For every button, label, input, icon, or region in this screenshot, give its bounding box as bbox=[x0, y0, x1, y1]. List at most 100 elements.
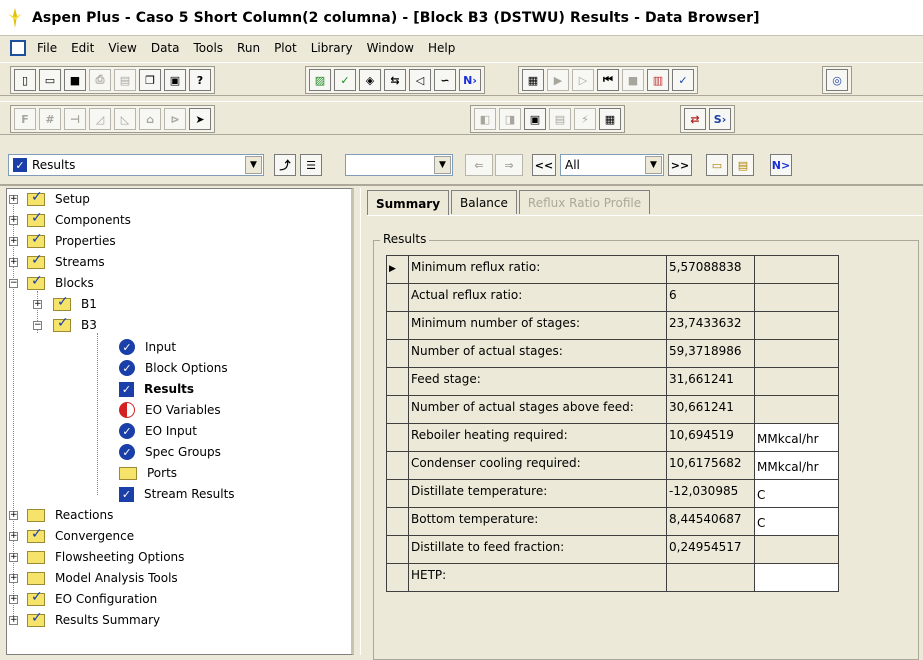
collapse-minus-icon[interactable]: − bbox=[9, 279, 18, 288]
save-icon[interactable]: ■ bbox=[64, 69, 86, 91]
tree-item-reactions[interactable]: + Reactions bbox=[7, 505, 113, 525]
comments-icon[interactable]: ▤ bbox=[732, 154, 754, 176]
result-value[interactable]: 59,3718986 bbox=[666, 339, 755, 368]
row-selector[interactable] bbox=[386, 507, 409, 536]
result-unit[interactable] bbox=[754, 255, 839, 284]
copy-icon[interactable]: ❐ bbox=[139, 69, 161, 91]
result-value[interactable]: -12,030985 bbox=[666, 479, 755, 508]
tab-summary[interactable]: Summary bbox=[367, 190, 450, 216]
expand-plus-icon[interactable]: + bbox=[9, 511, 18, 520]
table-row[interactable]: Number of actual stages: 59,3718986 bbox=[386, 339, 839, 368]
tree-toggle-icon[interactable]: ☰ bbox=[300, 154, 322, 176]
result-value[interactable]: 0,24954517 bbox=[666, 535, 755, 564]
row-selector[interactable] bbox=[386, 479, 409, 508]
print-icon[interactable]: ⎙ bbox=[89, 69, 111, 91]
print-preview-icon[interactable]: ▤ bbox=[114, 69, 136, 91]
tree-item-components[interactable]: + ✓ Components bbox=[7, 210, 131, 230]
stream-table-icon[interactable]: ▦ bbox=[599, 108, 621, 130]
setup-icon[interactable]: ▨ bbox=[309, 69, 331, 91]
zoom-icon[interactable]: ▣ bbox=[524, 108, 546, 130]
expand-plus-icon[interactable]: + bbox=[33, 300, 42, 309]
expand-plus-icon[interactable]: + bbox=[9, 258, 18, 267]
chevron-down-icon[interactable]: ▼ bbox=[645, 156, 662, 174]
menu-run[interactable]: Run bbox=[230, 41, 267, 55]
table-row[interactable]: Distillate temperature: -12,030985 C bbox=[386, 479, 839, 508]
stream-class-icon[interactable]: ⚡ bbox=[574, 108, 596, 130]
row-selector[interactable] bbox=[386, 339, 409, 368]
result-unit[interactable]: MMkcal/hr bbox=[754, 423, 839, 452]
tab-balance[interactable]: Balance bbox=[451, 190, 517, 214]
table-row[interactable]: Feed stage: 31,661241 bbox=[386, 367, 839, 396]
result-value[interactable] bbox=[666, 563, 755, 592]
tree-item-setup[interactable]: + ✓ Setup bbox=[7, 189, 90, 209]
whats-this-help-icon[interactable]: ? bbox=[189, 69, 211, 91]
menu-plot[interactable]: Plot bbox=[267, 41, 304, 55]
table-row[interactable]: HETP: bbox=[386, 563, 839, 592]
up-folder-icon[interactable]: ⤴ bbox=[274, 154, 296, 176]
result-value[interactable]: 10,6175682 bbox=[666, 451, 755, 480]
expand-plus-icon[interactable]: + bbox=[9, 574, 18, 583]
row-selector[interactable] bbox=[386, 535, 409, 564]
row-selector[interactable]: ▶ bbox=[386, 255, 409, 284]
result-unit[interactable] bbox=[754, 395, 839, 424]
tree-item-b1[interactable]: + ✓ B1 bbox=[33, 294, 97, 314]
result-value[interactable]: 31,661241 bbox=[666, 367, 755, 396]
new-file-icon[interactable]: ▯ bbox=[14, 69, 36, 91]
chevron-down-icon[interactable]: ▼ bbox=[245, 156, 262, 174]
tree-item-flowsheeting-options[interactable]: + Flowsheeting Options bbox=[7, 547, 184, 567]
result-unit[interactable]: MMkcal/hr bbox=[754, 451, 839, 480]
tree-item-b3[interactable]: − ✓ B3 bbox=[33, 315, 97, 335]
expand-plus-icon[interactable]: + bbox=[9, 532, 18, 541]
tree-item-results-summary[interactable]: + ✓ Results Summary bbox=[7, 610, 160, 630]
tree-item-input[interactable]: ✓ Input bbox=[119, 337, 176, 357]
forward-arrow-icon[interactable]: ⇒ bbox=[495, 154, 523, 176]
result-value[interactable]: 23,7433632 bbox=[666, 311, 755, 340]
result-value[interactable]: 5,57088838 bbox=[666, 255, 755, 284]
open-file-icon[interactable]: ▭ bbox=[39, 69, 61, 91]
tree-item-eo-input[interactable]: ✓ EO Input bbox=[119, 421, 197, 441]
menu-tools[interactable]: Tools bbox=[186, 41, 230, 55]
menu-file[interactable]: File bbox=[30, 41, 64, 55]
section-forward-icon[interactable]: ◨ bbox=[499, 108, 521, 130]
row-selector[interactable] bbox=[386, 395, 409, 424]
blocks-icon[interactable]: ◁ bbox=[409, 69, 431, 91]
result-value[interactable]: 8,44540687 bbox=[666, 507, 755, 536]
expand-plus-icon[interactable]: + bbox=[9, 595, 18, 604]
tree-item-eo-variables[interactable]: EO Variables bbox=[119, 400, 221, 420]
result-value[interactable]: 30,661241 bbox=[666, 395, 755, 424]
table-row[interactable]: ▶ Minimum reflux ratio: 5,57088838 bbox=[386, 255, 839, 284]
row-selector[interactable] bbox=[386, 283, 409, 312]
menu-library[interactable]: Library bbox=[304, 41, 360, 55]
next-required-icon[interactable]: N› bbox=[459, 69, 481, 91]
eo-sync-icon[interactable]: ⇄ bbox=[684, 108, 706, 130]
next-form-button[interactable]: >> bbox=[668, 154, 692, 176]
result-unit[interactable] bbox=[754, 563, 839, 592]
menu-help[interactable]: Help bbox=[421, 41, 462, 55]
back-arrow-icon[interactable]: ⇐ bbox=[465, 154, 493, 176]
streams-icon[interactable]: ⇆ bbox=[384, 69, 406, 91]
control-panel-icon[interactable]: ▦ bbox=[522, 69, 544, 91]
document-icon[interactable] bbox=[10, 40, 26, 56]
row-selector[interactable] bbox=[386, 311, 409, 340]
section-back-icon[interactable]: ◧ bbox=[474, 108, 496, 130]
flip-icon[interactable]: ◺ bbox=[114, 108, 136, 130]
result-unit[interactable] bbox=[754, 367, 839, 396]
row-selector[interactable] bbox=[386, 451, 409, 480]
table-row[interactable]: Minimum number of stages: 23,7433632 bbox=[386, 311, 839, 340]
grid-icon[interactable]: # bbox=[39, 108, 61, 130]
expand-plus-icon[interactable]: + bbox=[9, 216, 18, 225]
step-icon[interactable]: ▷ bbox=[572, 69, 594, 91]
tab-reflux-ratio-profile[interactable]: Reflux Ratio Profile bbox=[518, 190, 651, 214]
table-row[interactable]: Condenser cooling required: 10,6175682 MMk… bbox=[386, 451, 839, 480]
components-icon[interactable]: ✓ bbox=[334, 69, 356, 91]
tree-item-spec-groups[interactable]: ✓ Spec Groups bbox=[119, 442, 221, 462]
table-row[interactable]: Distillate to feed fraction: 0,24954517 bbox=[386, 535, 839, 564]
form-selector-combo[interactable]: ✓ Results ▼ bbox=[8, 154, 264, 176]
chevron-down-icon[interactable]: ▼ bbox=[434, 156, 451, 174]
result-unit[interactable]: C bbox=[754, 507, 839, 536]
expand-plus-icon[interactable]: + bbox=[9, 237, 18, 246]
flowsheet-section-icon[interactable]: ▤ bbox=[549, 108, 571, 130]
result-unit[interactable] bbox=[754, 535, 839, 564]
menu-data[interactable]: Data bbox=[144, 41, 187, 55]
result-value[interactable]: 10,694519 bbox=[666, 423, 755, 452]
